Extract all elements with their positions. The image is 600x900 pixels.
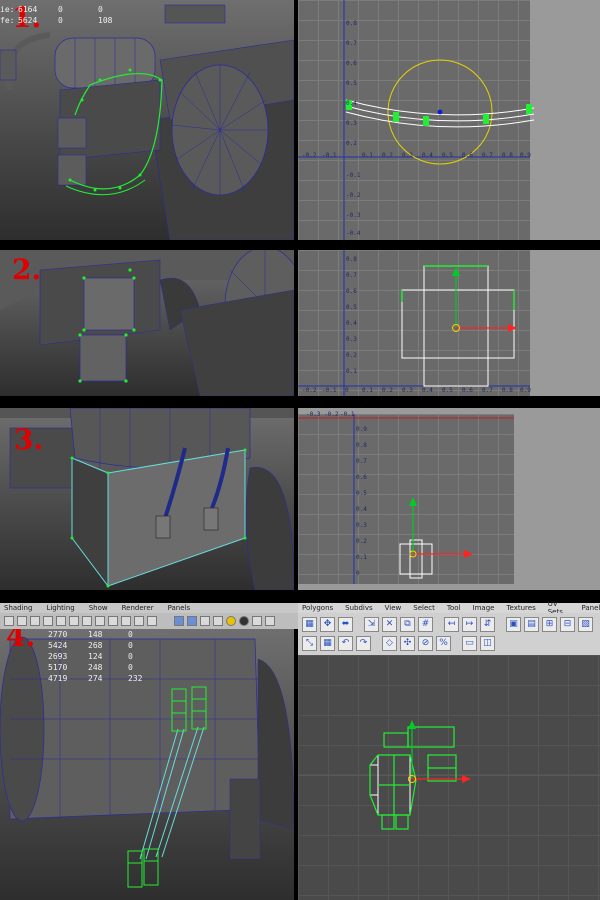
viewport-3d-step3[interactable]: 3. (0, 408, 294, 590)
uv-tool-icon[interactable]: ◫ (480, 635, 495, 651)
menu-shading[interactable]: Shading (4, 604, 32, 612)
uv-editor-menu-bar: Polygons Subdivs View Select Tool Image … (298, 600, 600, 616)
menu-panels[interactable]: Panels (168, 604, 191, 612)
toolbar-icon[interactable] (17, 616, 27, 626)
toolbar-icon[interactable] (108, 616, 118, 626)
toolbar-icon[interactable] (69, 616, 79, 626)
toolbar-icon[interactable] (147, 616, 157, 626)
uv-menu-image[interactable]: Image (473, 604, 495, 612)
model-render-step3 (0, 408, 294, 590)
uv-overlay-step2 (298, 250, 530, 396)
uv-tool-icon[interactable]: ✥ (320, 617, 335, 632)
step-number: 4. (6, 629, 36, 653)
toolbar-icon[interactable] (174, 616, 184, 626)
uv-editor-step1[interactable]: 0.8 0.7 0.6 0.5 0.4 0.3 0.2 -0.2 -0.1 0.… (298, 0, 600, 240)
uv-menu-subdivs[interactable]: Subdivs (345, 604, 373, 612)
uv-tool-icon[interactable]: ⇵ (480, 617, 495, 632)
step-number: 2. (12, 253, 42, 286)
uv-menu-tool[interactable]: Tool (447, 604, 461, 612)
uv-editor-step4[interactable] (298, 655, 600, 900)
uv-tick: 0.8 (346, 256, 357, 263)
uv-menu-polygons[interactable]: Polygons (302, 604, 333, 612)
model-render-step1 (0, 4, 294, 240)
step-number: 3. (14, 423, 44, 456)
uv-tool-icon[interactable]: ↤ (444, 617, 459, 632)
menu-renderer[interactable]: Renderer (122, 604, 154, 612)
uv-tool-icon[interactable]: ⬌ (338, 617, 353, 632)
viewport-toolbar (0, 613, 298, 629)
toolbar-icon[interactable] (213, 616, 223, 626)
toolbar-icon[interactable] (95, 616, 105, 626)
uv-tick: 0.8 (346, 20, 357, 27)
model-render-step2 (0, 250, 294, 396)
toolbar-icon[interactable] (43, 616, 53, 626)
uv-tool-icon[interactable]: ▦ (302, 617, 317, 632)
viewport-3d-step1[interactable]: 1. ie: 6164 0 0 fe: 5624 0 108 (0, 0, 294, 240)
viewport-3d-step2[interactable]: 2. (0, 250, 294, 396)
viewport-menu-bar: Shading Lighting Show Renderer Panels (0, 603, 298, 613)
uv-tool-icon[interactable]: ⧉ (400, 617, 415, 632)
uv-menu-panels[interactable]: Panels (581, 604, 600, 612)
toolbar-icon[interactable] (30, 616, 40, 626)
uv-tool-icon[interactable]: # (418, 617, 433, 632)
uv-overlay-step1 (298, 0, 535, 240)
uv-overlay-step4 (298, 720, 600, 830)
uv-tool-icon[interactable]: ◇ (382, 635, 397, 651)
toolbar-icon[interactable] (226, 616, 236, 626)
toolbar-icon[interactable] (4, 616, 14, 626)
uv-editor-step3[interactable]: -0.3 -0.2 -0.1 0.9 0.8 0.7 0.6 0.5 0.4 0… (298, 408, 600, 590)
uv-tool-icon[interactable]: ↶ (338, 635, 353, 651)
toolbar-icon[interactable] (56, 616, 66, 626)
uv-tool-icon[interactable]: ⊘ (418, 635, 433, 651)
uv-menu-textures[interactable]: Textures (506, 604, 535, 612)
toolbar-icon[interactable] (239, 616, 249, 626)
uv-tool-icon[interactable]: ✣ (400, 635, 415, 651)
poly-count-hud: 2770 148 0 5424 268 0 2693 124 0 5170 248 0 4719… (48, 630, 143, 683)
uv-tool-icon[interactable]: ⇲ (364, 617, 379, 632)
menu-show[interactable]: Show (89, 604, 108, 612)
uv-menu-select[interactable]: Select (413, 604, 435, 612)
toolbar-icon[interactable] (134, 616, 144, 626)
uv-tool-icon[interactable]: ⤡ (302, 635, 317, 651)
uv-tool-icon[interactable]: ⊟ (560, 617, 575, 632)
uv-tool-icon[interactable]: ⊞ (542, 617, 557, 632)
uv-editor-toolbar: ▦ ✥ ⬌ ⇲ ✕ ⧉ # ↤ ↦ ⇵ ▣ ▤ ⊞ ⊟ ▧ ⤡ ▦ ↶ ↷ ◇ ✣ ⊘% ▭ ◫ (298, 613, 600, 655)
toolbar-icon[interactable] (265, 616, 275, 626)
uv-tool-icon[interactable]: % (436, 635, 451, 651)
toolbar-icon[interactable] (82, 616, 92, 626)
viewport-3d-step4[interactable]: 4. 2770 148 0 5424 268 0 2693 124 0 5170 248 0 4… (0, 629, 294, 900)
hud-label: ie: (0, 5, 15, 14)
uv-overlay-step3 (298, 414, 514, 584)
menu-lighting[interactable]: Lighting (46, 604, 74, 612)
hud-label: fe: (0, 16, 15, 25)
uv-tool-icon[interactable]: ✕ (382, 617, 397, 632)
uv-tool-icon[interactable]: ▧ (578, 617, 593, 632)
toolbar-icon[interactable] (187, 616, 197, 626)
poly-count-hud: ie: 6164 0 0 fe: 5624 0 108 (0, 5, 113, 25)
uv-tool-icon[interactable]: ▤ (524, 617, 539, 632)
uv-tool-icon[interactable]: ▭ (462, 635, 477, 651)
uv-editor-step2[interactable]: 0.8 0.7 0.6 0.5 0.4 0.3 0.2 0.1 -0.2 -0.… (298, 250, 600, 396)
uv-tick: -0.3 (306, 411, 321, 418)
uv-tool-icon[interactable]: ↷ (356, 635, 371, 651)
toolbar-icon[interactable] (200, 616, 210, 626)
uv-tool-icon[interactable]: ↦ (462, 617, 477, 632)
uv-menu-view[interactable]: View (385, 604, 402, 612)
toolbar-icon[interactable] (121, 616, 131, 626)
toolbar-icon[interactable] (252, 616, 262, 626)
uv-tool-icon[interactable]: ▣ (506, 617, 521, 632)
uv-tool-icon[interactable]: ▦ (320, 635, 335, 651)
